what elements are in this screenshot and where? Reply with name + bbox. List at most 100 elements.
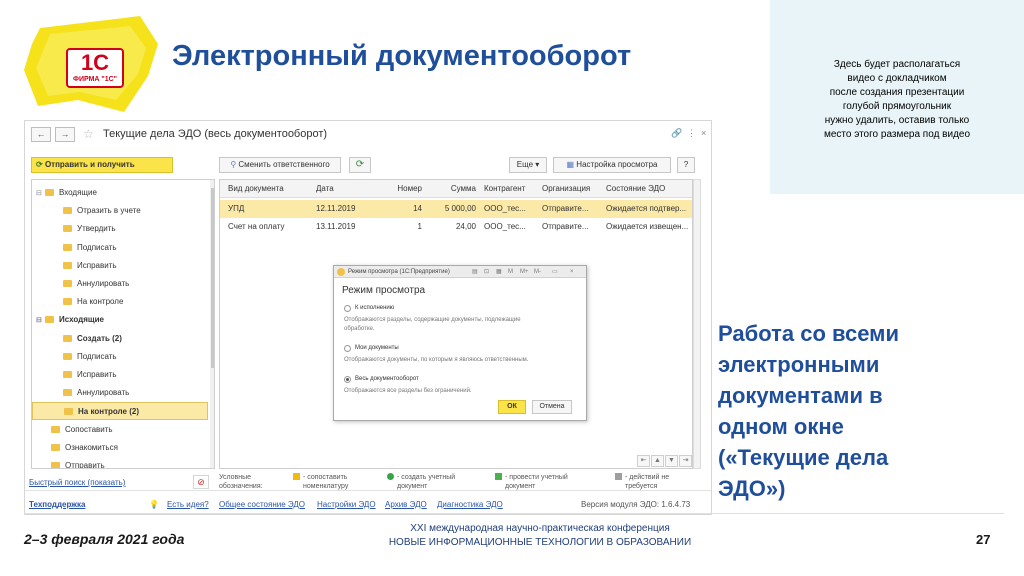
pager-last-button[interactable]: ⇥ xyxy=(679,455,692,467)
side-caption-line: ЭДО») xyxy=(718,476,786,501)
send-receive-label: Отправить и получить xyxy=(44,160,135,169)
folder-icon xyxy=(63,280,72,287)
table-cell: 1 xyxy=(417,222,422,231)
tree-item[interactable]: Аннулировать xyxy=(32,275,208,293)
edo-settings-link[interactable]: Настройки ЭДО xyxy=(317,499,376,511)
dialog-titlebar: Режим просмотра (1С:Предприятие) xyxy=(334,266,586,278)
dialog-close-icon[interactable]: × xyxy=(570,266,574,278)
tree-item[interactable]: Утвердить xyxy=(32,220,208,238)
edo-diagnostics-link[interactable]: Диагностика ЭДО xyxy=(437,499,503,511)
edo-archive-link[interactable]: Архив ЭДО xyxy=(385,499,427,511)
tree-scrollbar-thumb[interactable] xyxy=(211,188,214,368)
pager-down-button[interactable]: ▼ xyxy=(665,455,678,467)
table-scrollbar[interactable] xyxy=(693,179,701,469)
tree-expander-icon[interactable]: ⊟ xyxy=(36,312,43,330)
tree-item[interactable]: Аннулировать xyxy=(32,384,208,402)
tree-item-label: Подписать xyxy=(77,242,117,252)
tree-item[interactable]: На контроле xyxy=(32,293,208,311)
column-header[interactable]: Контрагент xyxy=(480,180,538,198)
column-header[interactable]: Состояние ЭДО xyxy=(602,180,692,198)
more-button[interactable]: Еще ▾ xyxy=(509,157,547,173)
edo-status-link[interactable]: Общее состояние ЭДО xyxy=(219,499,305,511)
table-icon: ▦ xyxy=(566,160,577,169)
dialog-maximize-icon[interactable]: ▭ xyxy=(552,266,558,278)
tree-item[interactable]: Создать (2) xyxy=(32,330,208,348)
close-icon[interactable]: × xyxy=(701,127,706,139)
view-settings-button[interactable]: ▦ Настройка просмотра xyxy=(553,157,671,173)
radio-label[interactable]: Мои документы xyxy=(355,344,399,353)
link-icon[interactable]: 🔗 xyxy=(671,127,682,139)
tree-item-label: Создать (2) xyxy=(77,333,122,343)
tree-scrollbar[interactable] xyxy=(210,180,214,468)
column-header[interactable]: Номер xyxy=(378,180,426,198)
cancel-button[interactable]: Отмена xyxy=(532,400,572,414)
legend-line: - создать учетный xyxy=(387,473,455,482)
folder-icon xyxy=(45,316,54,324)
folder-icon xyxy=(63,243,72,251)
pager-first-button[interactable]: ⇤ xyxy=(637,455,650,467)
change-responsible-button[interactable]: ⚲ Сменить ответственного xyxy=(219,157,341,173)
tree-item[interactable]: Отразить в учете xyxy=(32,202,208,220)
tree-item-label: На контроле xyxy=(77,297,124,307)
logo-text-sub: ФИРМА "1С" xyxy=(73,76,117,83)
tree-item[interactable]: Исправить xyxy=(32,257,208,275)
table-cell: 14 xyxy=(413,204,422,213)
tree-item[interactable]: ⊟ Исходящие xyxy=(32,311,208,329)
table-row[interactable]: УПД 12.11.2019 14 5 000,00 ООО_тес... Отправи… xyxy=(220,200,692,218)
radio-2[interactable] xyxy=(344,345,351,352)
tree-item-label: Утвердить xyxy=(77,224,116,234)
dialog-memory-icon[interactable]: M xyxy=(508,266,513,278)
more-menu-icon[interactable]: ⋮ xyxy=(687,127,696,139)
back-button[interactable]: ← xyxy=(31,127,51,142)
legend-caption: Условные обозначения: xyxy=(219,473,263,491)
tree-item[interactable]: Исправить xyxy=(32,366,208,384)
tree-item[interactable]: Подписать xyxy=(32,239,208,257)
legend-text: - создать учетный xyxy=(397,474,456,481)
footer-conference: XXI международная научно-практическая ко… xyxy=(330,522,750,550)
tree-item[interactable]: Ознакомиться xyxy=(32,439,208,457)
send-receive-button[interactable]: ⟳ Отправить и получить xyxy=(31,157,173,173)
legend-line: - сопоставить xyxy=(293,473,348,482)
radio-3[interactable] xyxy=(344,376,351,383)
tree-item[interactable]: На контроле (2) xyxy=(32,402,208,421)
tree-expander-icon[interactable]: ⊟ xyxy=(36,185,43,203)
folder-icon xyxy=(63,261,72,269)
tree-item[interactable]: ⊟ Входящие xyxy=(32,184,208,202)
quick-search-link[interactable]: Быстрый поиск (показать) xyxy=(29,477,125,489)
idea-link[interactable]: Есть идея? xyxy=(167,499,209,511)
folder-icon xyxy=(51,462,60,468)
dialog-print-icon[interactable]: ▤ xyxy=(472,266,478,278)
favorite-star-icon[interactable]: ☆ xyxy=(83,127,94,141)
dialog-memory-minus-icon[interactable]: M- xyxy=(534,266,541,278)
pager-up-button[interactable]: ▲ xyxy=(651,455,664,467)
folder-icon xyxy=(45,189,54,196)
tree-item-label: Исправить xyxy=(77,370,117,379)
help-button[interactable]: ? xyxy=(677,157,695,173)
tree-item[interactable]: Сопоставить xyxy=(32,421,208,439)
stop-icon[interactable]: ⊘ xyxy=(193,475,209,489)
forward-button[interactable]: → xyxy=(55,127,75,142)
column-header[interactable]: Организация xyxy=(538,180,602,198)
radio-label[interactable]: Весь документооборот xyxy=(355,375,419,384)
video-placeholder-line: место этого размера под видео xyxy=(823,129,971,140)
tree-item[interactable]: Отправить xyxy=(32,457,208,468)
table-cell: Ожидается подтвер... xyxy=(606,204,687,213)
column-header[interactable]: Вид документа xyxy=(224,180,312,198)
ok-button[interactable]: ОК xyxy=(498,400,526,414)
column-header[interactable]: Дата xyxy=(312,180,378,198)
support-link[interactable]: Техподдержка xyxy=(29,499,85,511)
radio-1[interactable] xyxy=(344,305,351,312)
legend-text: - сопоставить xyxy=(303,474,348,481)
column-header[interactable]: Сумма xyxy=(426,180,480,198)
table-cell: 24,00 xyxy=(455,222,476,231)
dialog-title: Режим просмотра xyxy=(342,285,426,296)
table-row[interactable]: Счет на оплату 13.11.2019 1 24,00 ООО_тес...… xyxy=(220,218,692,236)
plus-circle-icon xyxy=(387,473,394,480)
tree-item[interactable]: Подписать xyxy=(32,348,208,366)
radio-label[interactable]: К исполнению xyxy=(355,304,394,313)
dialog-save-icon[interactable]: ⊡ xyxy=(484,266,489,278)
dialog-calc-icon[interactable]: ▦ xyxy=(496,266,502,278)
dialog-memory-plus-icon[interactable]: M+ xyxy=(520,266,529,278)
document-post-icon xyxy=(495,473,502,480)
refresh-button[interactable]: ⟳ xyxy=(349,157,371,173)
